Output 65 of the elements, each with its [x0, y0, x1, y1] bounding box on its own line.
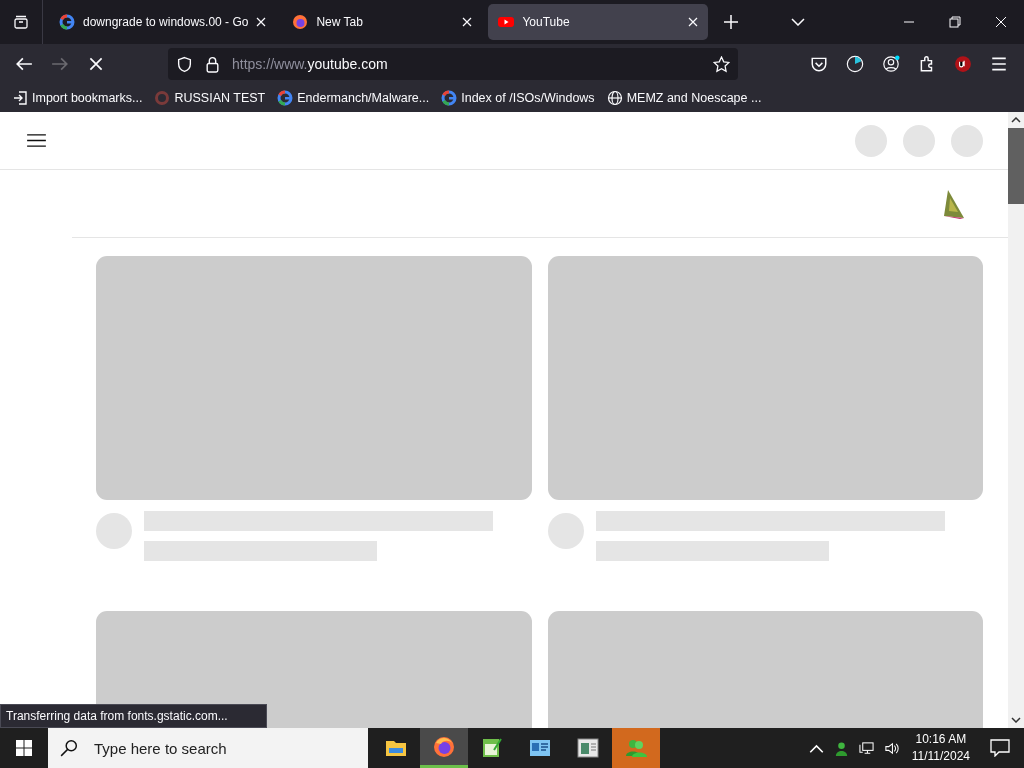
tab-title: New Tab — [316, 15, 364, 29]
clock[interactable]: 10:16 AM 11/11/2024 — [911, 731, 970, 765]
menu-icon[interactable] — [990, 55, 1008, 73]
address-bar[interactable]: https://www.youtube.com — [168, 48, 738, 80]
google-icon — [59, 14, 75, 30]
scrollbar[interactable] — [1008, 112, 1024, 728]
close-icon[interactable] — [688, 17, 699, 27]
play-icon — [498, 14, 515, 30]
loading-circle — [951, 124, 983, 157]
speaker-icon[interactable] — [883, 740, 899, 756]
globe-icon — [606, 90, 623, 106]
restore-icon[interactable] — [949, 16, 961, 28]
bookmark-item[interactable]: MEMZ and Noescape ... — [606, 90, 762, 106]
firefox-icon — [432, 734, 456, 759]
import-icon — [12, 90, 28, 106]
tab-overview-icon[interactable] — [13, 14, 29, 30]
lock-icon[interactable] — [204, 55, 221, 73]
back-icon[interactable] — [15, 55, 33, 73]
loading-circle — [855, 124, 887, 157]
stop-icon[interactable] — [87, 55, 105, 73]
shield-badge-icon[interactable] — [954, 55, 972, 73]
notification-icon[interactable] — [990, 739, 1010, 757]
firefox-icon — [292, 14, 309, 30]
person-icon[interactable] — [833, 740, 849, 756]
menu-icon[interactable] — [27, 133, 46, 148]
shield-icon[interactable] — [176, 55, 193, 73]
window-icon — [576, 736, 600, 760]
loading-circle — [903, 124, 935, 157]
tab-title: YouTube — [522, 15, 571, 29]
date-text: 11/11/2024 — [911, 748, 970, 765]
time-text: 10:16 AM — [915, 731, 967, 748]
url-text: https://www.youtube.com — [232, 56, 389, 72]
star-icon[interactable] — [713, 55, 730, 73]
browser-tab[interactable]: New Tab — [282, 4, 483, 40]
pocket-icon[interactable] — [810, 55, 828, 73]
avatar-placeholder — [96, 513, 132, 549]
bookmark-item[interactable]: Import bookmarks... — [12, 90, 143, 106]
notepad-icon — [480, 736, 504, 760]
close-icon[interactable] — [256, 17, 267, 27]
ring-icon — [154, 90, 171, 106]
chevron-down-icon[interactable] — [791, 18, 806, 26]
network-icon[interactable] — [858, 740, 874, 756]
bookmark-item[interactable]: Index of /ISOs/Windows — [441, 90, 595, 106]
account-icon[interactable] — [882, 55, 900, 73]
windows-start-icon[interactable] — [16, 740, 32, 756]
google-icon — [441, 90, 458, 106]
search-field[interactable]: Type here to search — [92, 738, 326, 758]
search-icon — [60, 739, 78, 757]
avatar-placeholder — [548, 513, 584, 549]
forward-icon — [51, 55, 69, 73]
browser-tab[interactable]: downgrade to windows.00 - Go — [49, 4, 277, 40]
scroll-thumb[interactable] — [1008, 128, 1024, 204]
scroll-up-icon[interactable] — [1011, 117, 1021, 123]
search-bar[interactable]: Type here to search — [48, 728, 368, 768]
browser-tab[interactable]: YouTube — [488, 4, 709, 40]
google-icon — [277, 90, 294, 106]
bookmark-item[interactable]: RUSSIAN TEST — [154, 90, 266, 106]
bookmark-item[interactable]: Endermanch/Malware... — [277, 90, 430, 106]
timer-icon[interactable] — [846, 55, 864, 73]
tab-title: downgrade to windows.00 - Go — [83, 15, 249, 29]
scroll-down-icon[interactable] — [1011, 717, 1021, 723]
close-icon[interactable] — [995, 16, 1007, 28]
new-tab-icon[interactable] — [724, 15, 739, 29]
close-icon[interactable] — [462, 17, 473, 27]
status-text: Transferring data from fonts.gstatic.com... — [0, 704, 267, 728]
